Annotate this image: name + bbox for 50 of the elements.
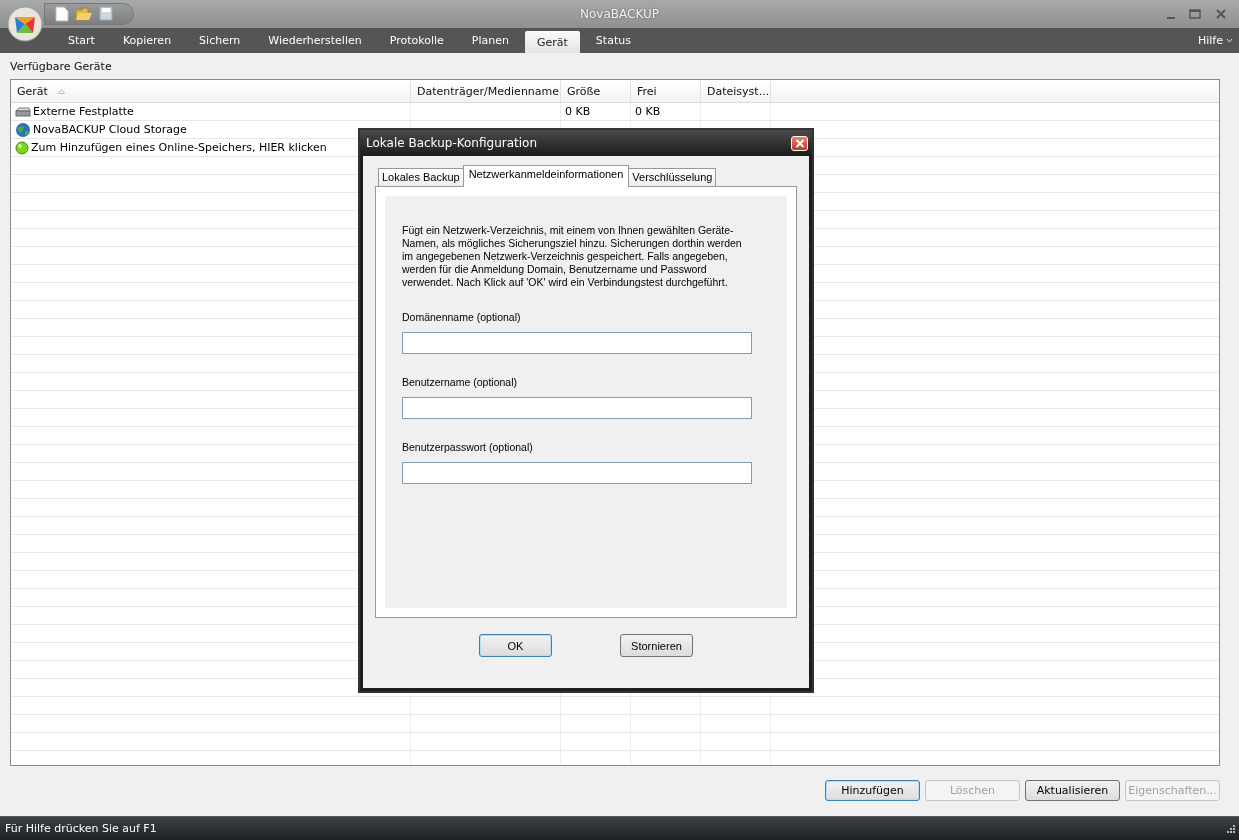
folder-icon [75,6,93,22]
dialog-button[interactable]: Stornieren [620,634,693,657]
help-menu[interactable]: Hilfe [1197,28,1239,53]
field-label: Domänenname (optional) [402,311,522,323]
dialog-button[interactable]: OK [479,634,552,657]
input-field[interactable] [402,462,752,484]
table-cell: NovaBACKUP Cloud Storage [33,123,187,136]
column-header[interactable]: Dateisyst... [701,80,771,102]
menu-tab[interactable]: Sichern [187,28,253,53]
menu-tab[interactable]: Protokolle [377,28,456,53]
sort-ascending-icon [57,88,65,94]
column-header[interactable]: Datenträger/Medienname [411,80,561,102]
minimize-icon [1167,17,1175,19]
dialog-tab[interactable]: Netzwerkanmeldeinformationen [462,165,630,187]
menu-tab[interactable]: Status [583,28,643,53]
globe-icon [15,121,31,138]
table-cell: 0 KB [565,105,591,118]
menu-tab[interactable]: Kopieren [110,28,184,53]
table-cell: Externe Festplatte [33,105,134,118]
column-header[interactable]: Gerät [11,80,411,102]
new-document-icon [55,6,69,22]
section-title: Verfügbare Geräte [10,59,113,75]
hard-drive-icon [15,105,31,118]
menu-tab[interactable]: Planen [459,28,521,53]
field-label: Benutzername (optional) [402,376,518,388]
menu-tab[interactable]: Start [56,28,107,53]
close-button[interactable] [791,135,808,151]
description-text: Fügt ein Netzwerk-Verzeichnis, mit einem von Ihnen gewählten Geräte-Namen, als mögliches Sicherungsziel hinzu. Sicherungen dorthin werden im angegebenen Netzwerk-Verzeichnis gespeichert. Falls angegeben, werden für die Anmeldung Domain, Benutzername und Password verwendet. Nach Klick auf 'OK' wird ein Verbindungstest durchgeführt. [402,223,743,289]
status-dot-icon [15,140,29,155]
menu-tab[interactable]: Gerät [524,31,580,53]
close-icon [794,138,805,148]
column-header[interactable]: Frei [631,80,701,102]
close-icon [1215,8,1227,20]
table-cell: 0 KB [635,105,661,118]
save-icon [99,6,113,22]
field-label: Benutzerpasswort (optional) [402,441,534,453]
table-cell: Zum Hinzufügen eines Online-Speichers, HIER klicken [31,141,327,154]
window-title: NovaBACKUP [579,7,660,21]
input-field[interactable] [402,332,752,354]
menu-tab[interactable]: Wiederherstellen [256,28,374,53]
input-field[interactable] [402,397,752,419]
maximize-icon [1189,8,1201,20]
chevron-down-icon [1226,38,1233,43]
dialog-title: Lokale Backup-Konfiguration [366,136,538,150]
status-text: Für Hilfe drücken Sie auf F1 [5,822,157,835]
action-button[interactable]: Aktualisieren [1025,780,1120,801]
action-button[interactable]: Hinzufügen [825,780,920,801]
table-row[interactable]: Externe Festplatte 0 KB 0 KB [11,103,1219,121]
column-header[interactable]: Größe [561,80,631,102]
resize-grip-icon [1226,824,1235,833]
